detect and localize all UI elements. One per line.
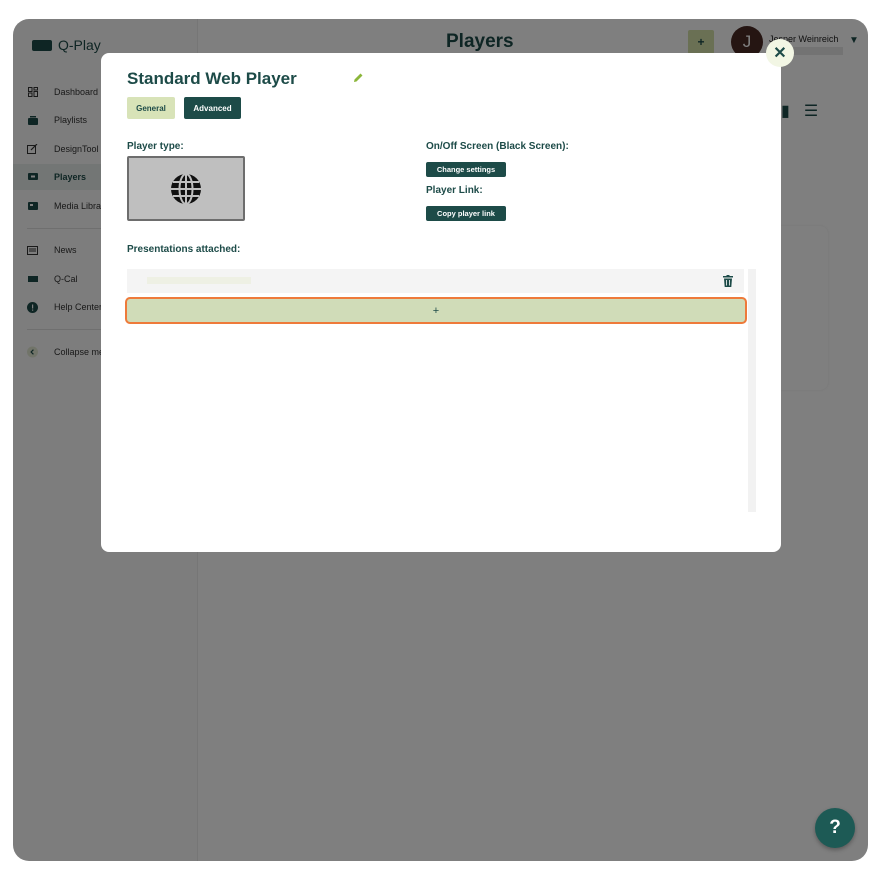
- help-button[interactable]: ?: [815, 808, 855, 848]
- globe-icon: [171, 172, 201, 205]
- close-icon[interactable]: ✕: [766, 39, 794, 67]
- player-type-label: Player type:: [127, 141, 184, 152]
- trash-icon[interactable]: [723, 275, 733, 287]
- onoff-screen-label: On/Off Screen (Black Screen):: [426, 141, 569, 152]
- player-type-web[interactable]: [127, 156, 245, 221]
- presentations-list: +: [125, 269, 756, 512]
- player-link-label: Player Link:: [426, 185, 483, 196]
- scrollbar[interactable]: [748, 269, 756, 512]
- modal-title: Standard Web Player: [127, 69, 297, 88]
- pencil-icon[interactable]: [352, 72, 364, 84]
- presentation-name-redacted: [147, 277, 251, 284]
- copy-player-link-button[interactable]: Copy player link: [426, 206, 506, 221]
- tab-advanced[interactable]: Advanced: [184, 97, 241, 119]
- presentation-row[interactable]: [127, 269, 744, 293]
- presentations-label: Presentations attached:: [127, 244, 241, 255]
- tab-general[interactable]: General: [127, 97, 175, 119]
- change-settings-button[interactable]: Change settings: [426, 162, 506, 177]
- player-settings-modal: Standard Web Player General Advanced Pla…: [101, 53, 781, 552]
- add-presentation-button[interactable]: +: [125, 297, 747, 324]
